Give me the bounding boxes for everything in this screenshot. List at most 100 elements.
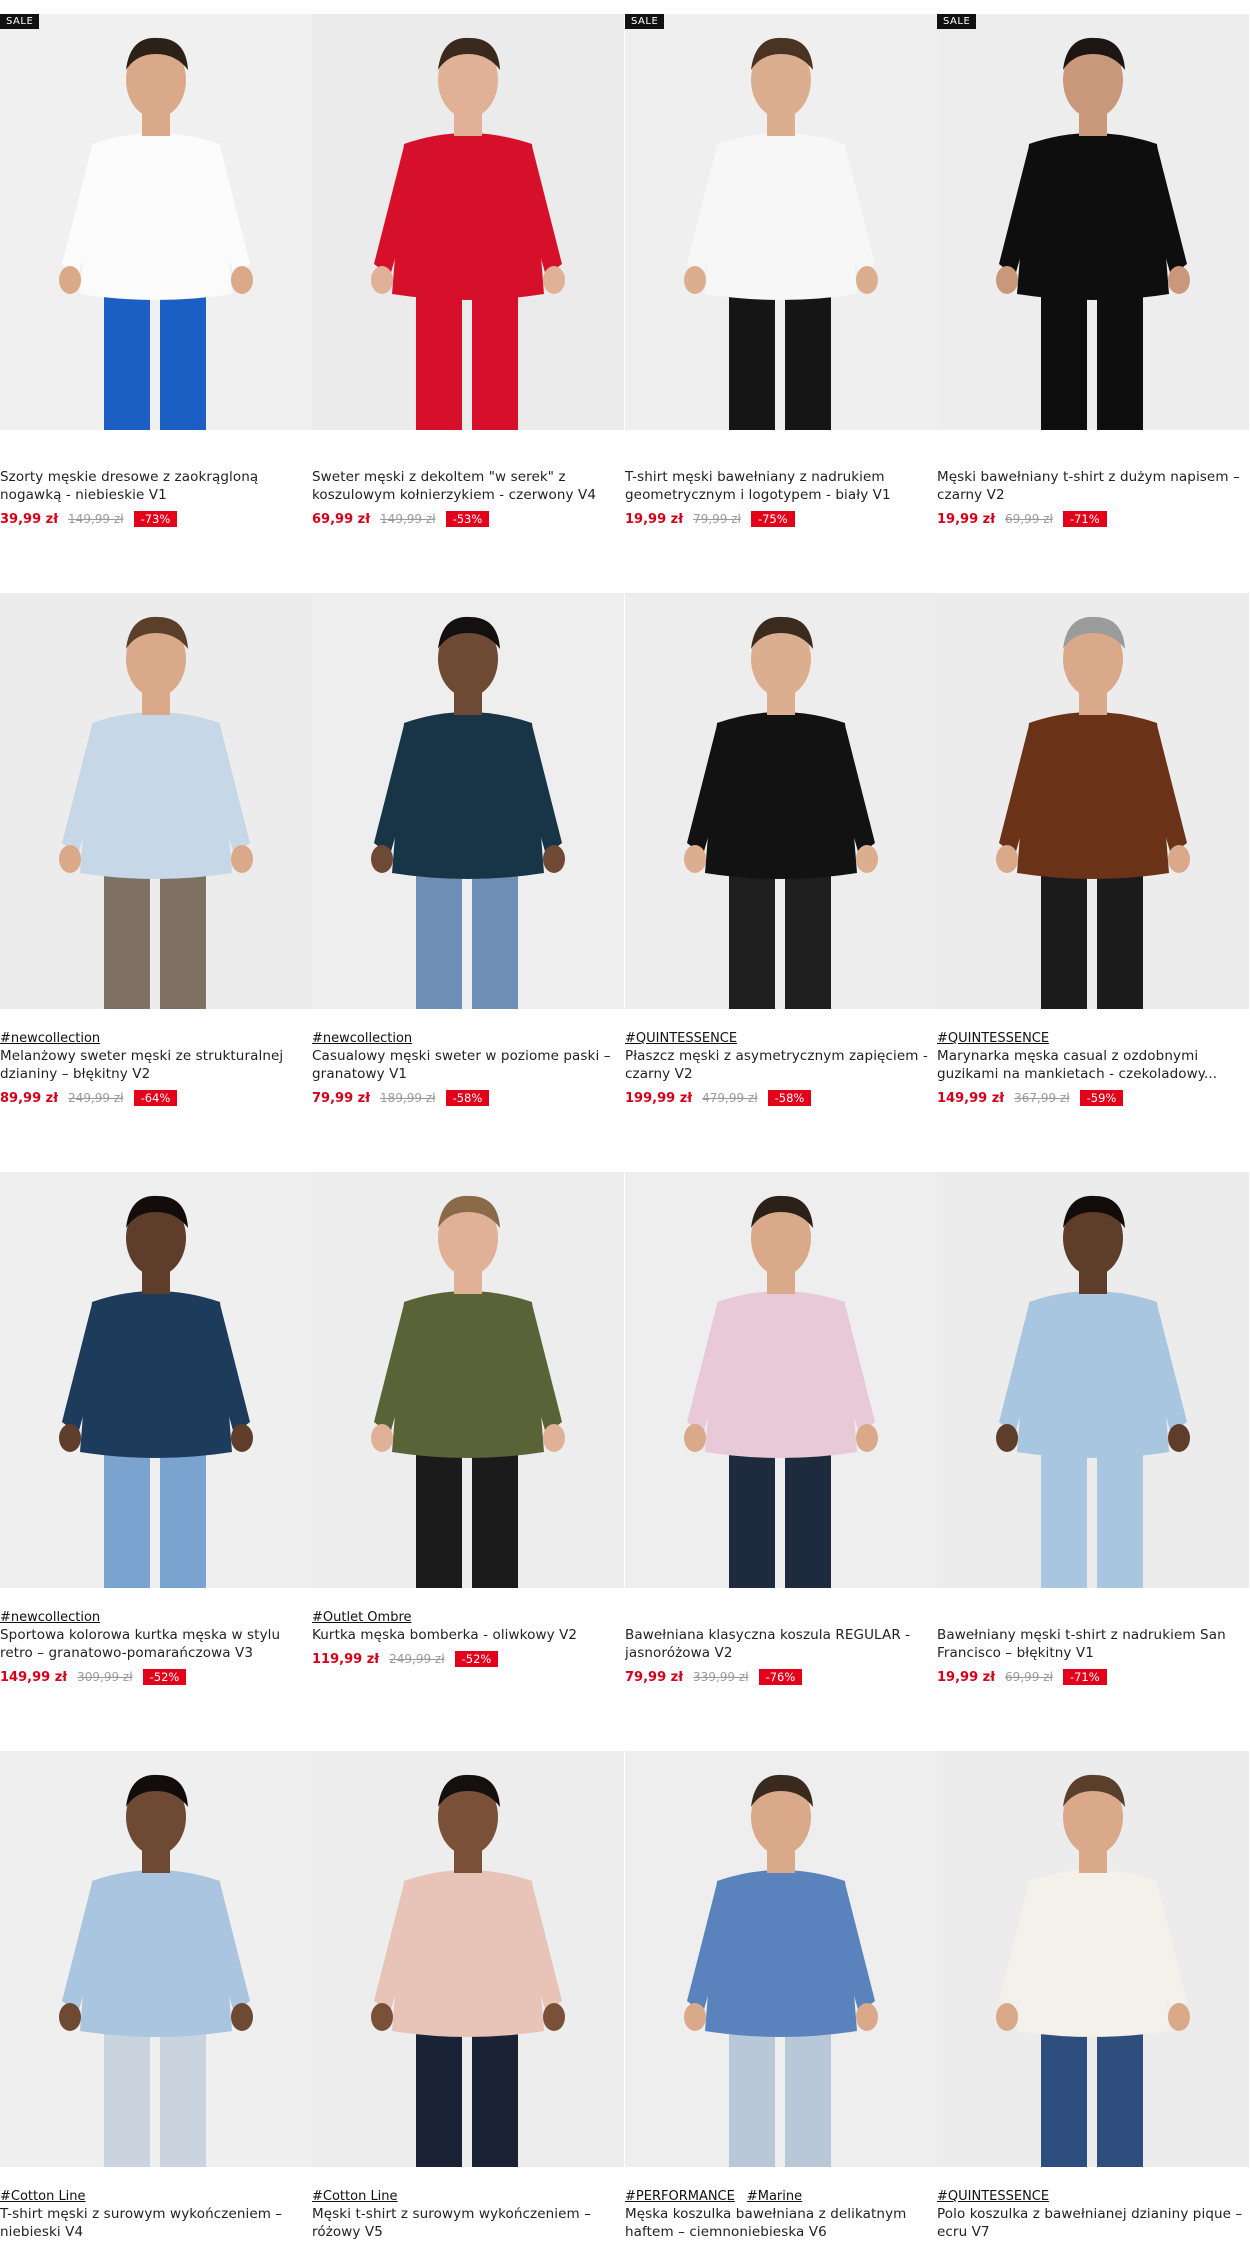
product-name[interactable]: Płaszcz męski z asymetrycznym zapięciem … bbox=[625, 1047, 937, 1083]
product-name[interactable]: Melanżowy sweter męski ze strukturalnej … bbox=[0, 1047, 312, 1083]
tshirt-model-photo bbox=[937, 14, 1249, 430]
sweater-model-photo bbox=[312, 593, 624, 1009]
collection-tag-link[interactable]: #newcollection bbox=[312, 1031, 412, 1046]
sale-price: 89,99 zł bbox=[0, 1090, 59, 1106]
tshirt-model-photo bbox=[0, 1751, 312, 2167]
collection-tag-link[interactable]: #QUINTESSENCE bbox=[625, 1031, 737, 1046]
collection-tag-link[interactable]: #QUINTESSENCE bbox=[937, 2189, 1049, 2204]
product-name[interactable]: Szorty męskie dresowe z zaokrągloną noga… bbox=[0, 468, 312, 504]
collection-tag-link[interactable]: #Cotton Line bbox=[312, 2189, 398, 2204]
product-card[interactable]: SALE T-shirt męski bawełniany z nadrukiem… bbox=[625, 14, 937, 574]
product-image[interactable] bbox=[312, 1751, 624, 2167]
product-image[interactable] bbox=[937, 1172, 1249, 1588]
price-row: 79,99 zł 339,99 zł -76% bbox=[625, 1668, 937, 1686]
product-tags: #QUINTESSENCE bbox=[937, 2188, 1249, 2205]
price-row: 19,99 zł 69,99 zł -71% bbox=[937, 1668, 1249, 1686]
product-info: Bawełniany męski t-shirt z nadrukiem San… bbox=[937, 1609, 1249, 1686]
polo-model-photo bbox=[937, 1751, 1249, 2167]
product-tags bbox=[937, 451, 1249, 468]
price-row: 39,99 zł 149,99 zł -73% bbox=[0, 510, 312, 528]
product-card[interactable]: #newcollection Melanżowy sweter męski ze … bbox=[0, 593, 312, 1153]
product-info: T-shirt męski bawełniany z nadrukiem geo… bbox=[625, 451, 937, 528]
original-price: 479,99 zł bbox=[702, 1091, 758, 1105]
collection-tag-link[interactable]: #QUINTESSENCE bbox=[937, 1031, 1049, 1046]
price-row: 199,99 zł 479,99 zł -58% bbox=[625, 1089, 937, 1107]
product-name[interactable]: Sweter męski z dekoltem "w serek" z kosz… bbox=[312, 468, 624, 504]
sweater-model-photo bbox=[0, 593, 312, 1009]
product-card[interactable]: #Cotton Line Męski t-shirt z surowym wyko… bbox=[312, 1751, 624, 2242]
product-card[interactable]: SALE Męski bawełniany t-shirt z dużym nap… bbox=[937, 14, 1249, 574]
original-price: 189,99 zł bbox=[380, 1091, 436, 1105]
sweater-model-photo bbox=[312, 14, 624, 430]
product-tags: #newcollection bbox=[0, 1030, 312, 1047]
product-image[interactable] bbox=[0, 593, 312, 1009]
product-name[interactable]: Męska koszulka bawełniana z delikatnym h… bbox=[625, 2205, 937, 2241]
price-row: 79,99 zł 189,99 zł -58% bbox=[312, 1089, 624, 1107]
product-card[interactable]: #newcollection Casualowy męski sweter w p… bbox=[312, 593, 624, 1153]
product-image[interactable] bbox=[312, 14, 624, 430]
discount-badge: -64% bbox=[133, 1090, 178, 1106]
sale-price: 149,99 zł bbox=[937, 1090, 1005, 1106]
tshirt-model-photo bbox=[625, 1751, 937, 2167]
discount-badge: -58% bbox=[445, 1090, 490, 1106]
tshirt-model-photo bbox=[625, 14, 937, 430]
product-info: Szorty męskie dresowe z zaokrągloną noga… bbox=[0, 451, 312, 528]
product-card[interactable]: SALE Szorty męskie dresowe z zaokrągloną … bbox=[0, 14, 312, 574]
product-card[interactable]: #QUINTESSENCE Płaszcz męski z asymetryczn… bbox=[625, 593, 937, 1153]
product-card[interactable]: Bawełniana klasyczna koszula REGULAR - j… bbox=[625, 1172, 937, 1732]
product-image[interactable] bbox=[625, 593, 937, 1009]
product-image[interactable] bbox=[312, 1172, 624, 1588]
product-card[interactable]: #QUINTESSENCE Marynarka męska casual z oz… bbox=[937, 593, 1249, 1153]
product-name[interactable]: Polo koszulka z bawełnianej dzianiny piq… bbox=[937, 2205, 1249, 2241]
discount-badge: -52% bbox=[142, 1669, 187, 1685]
blazer-model-photo bbox=[937, 593, 1249, 1009]
collection-tag-link[interactable]: #Marine bbox=[747, 2189, 802, 2204]
product-name[interactable]: Męski t-shirt z surowym wykończeniem – r… bbox=[312, 2205, 624, 2241]
original-price: 149,99 zł bbox=[68, 512, 124, 526]
product-image[interactable] bbox=[0, 1751, 312, 2167]
product-card[interactable]: #QUINTESSENCE Polo koszulka z bawełnianej… bbox=[937, 1751, 1249, 2242]
product-name[interactable]: Sportowa kolorowa kurtka męska w stylu r… bbox=[0, 1626, 312, 1662]
product-image[interactable] bbox=[937, 593, 1249, 1009]
product-image[interactable] bbox=[0, 14, 312, 430]
product-name[interactable]: Bawełniany męski t-shirt z nadrukiem San… bbox=[937, 1626, 1249, 1662]
product-card[interactable]: #Cotton Line T-shirt męski z surowym wyko… bbox=[0, 1751, 312, 2242]
product-image[interactable] bbox=[625, 1172, 937, 1588]
product-card[interactable]: #newcollection Sportowa kolorowa kurtka m… bbox=[0, 1172, 312, 1732]
product-image[interactable] bbox=[625, 1751, 937, 2167]
product-card[interactable]: #PERFORMANCE #Marine Męska koszulka bawełn… bbox=[625, 1751, 937, 2242]
collection-tag-link[interactable]: #newcollection bbox=[0, 1031, 100, 1046]
sale-price: 79,99 zł bbox=[625, 1669, 684, 1685]
sale-badge: SALE bbox=[937, 14, 977, 29]
product-image[interactable] bbox=[312, 593, 624, 1009]
product-card[interactable]: Sweter męski z dekoltem "w serek" z kosz… bbox=[312, 14, 624, 574]
price-row: 149,99 zł 367,99 zł -59% bbox=[937, 1089, 1249, 1107]
product-tags: #newcollection bbox=[0, 1609, 312, 1626]
product-name[interactable]: Casualowy męski sweter w poziome paski –… bbox=[312, 1047, 624, 1083]
product-card[interactable]: Bawełniany męski t-shirt z nadrukiem San… bbox=[937, 1172, 1249, 1732]
product-name[interactable]: Męski bawełniany t-shirt z dużym napisem… bbox=[937, 468, 1249, 504]
collection-tag-link[interactable]: #newcollection bbox=[0, 1610, 100, 1625]
product-tags bbox=[625, 1609, 937, 1626]
product-info: Męski bawełniany t-shirt z dużym napisem… bbox=[937, 451, 1249, 528]
product-image[interactable] bbox=[0, 1172, 312, 1588]
shirt-model-photo bbox=[625, 1172, 937, 1588]
product-image[interactable] bbox=[625, 14, 937, 430]
product-name[interactable]: T-shirt męski bawełniany z nadrukiem geo… bbox=[625, 468, 937, 504]
product-image[interactable] bbox=[937, 14, 1249, 430]
collection-tag-link[interactable]: #PERFORMANCE bbox=[625, 2189, 735, 2204]
product-name[interactable]: Kurtka męska bomberka - oliwkowy V2 bbox=[312, 1626, 624, 1644]
product-name[interactable]: Bawełniana klasyczna koszula REGULAR - j… bbox=[625, 1626, 937, 1662]
product-info: #QUINTESSENCE Marynarka męska casual z oz… bbox=[937, 1030, 1249, 1107]
product-name[interactable]: Marynarka męska casual z ozdobnymi guzik… bbox=[937, 1047, 1249, 1083]
product-name[interactable]: T-shirt męski z surowym wykończeniem – n… bbox=[0, 2205, 312, 2241]
original-price: 367,99 zł bbox=[1014, 1091, 1070, 1105]
price-row: 149,99 zł 309,99 zł -52% bbox=[0, 1668, 312, 1686]
product-card[interactable]: #Outlet Ombre Kurtka męska bomberka - oli… bbox=[312, 1172, 624, 1732]
tshirt-model-photo bbox=[937, 1172, 1249, 1588]
collection-tag-link[interactable]: #Outlet Ombre bbox=[312, 1610, 412, 1625]
product-info: #Outlet Ombre Kurtka męska bomberka - oli… bbox=[312, 1609, 624, 1668]
product-image[interactable] bbox=[937, 1751, 1249, 2167]
collection-tag-link[interactable]: #Cotton Line bbox=[0, 2189, 86, 2204]
discount-badge: -75% bbox=[750, 511, 795, 527]
